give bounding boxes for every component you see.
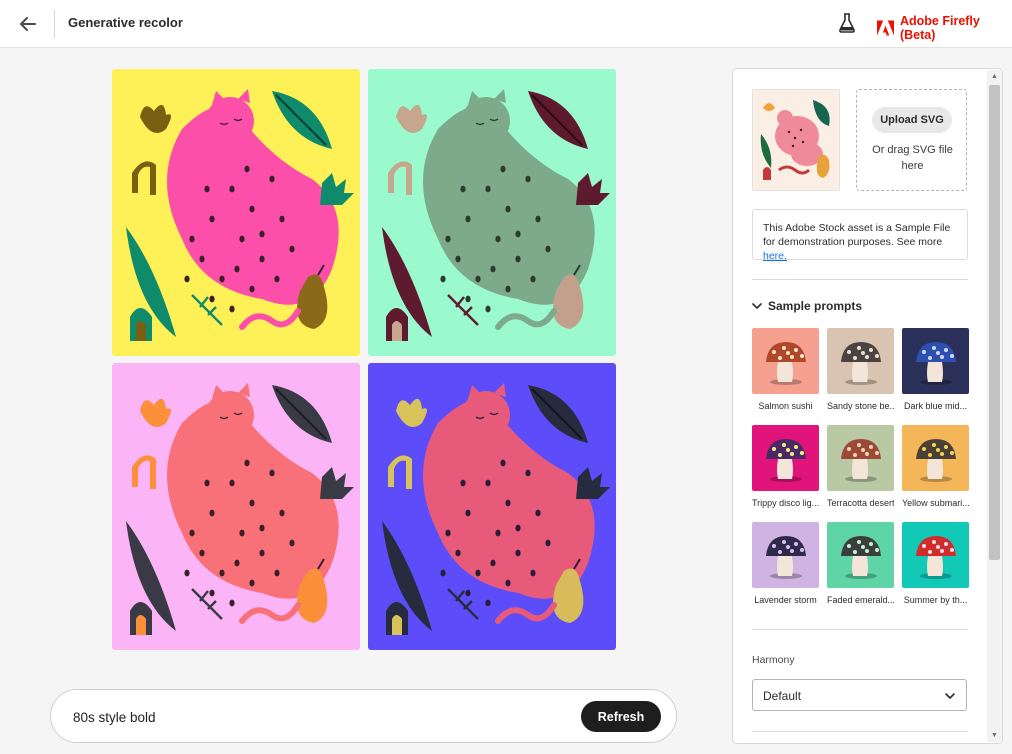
arrow-left-icon [20,17,36,31]
sample-prompt-thumbnail [752,328,819,394]
refresh-button[interactable]: Refresh [581,701,661,732]
sample-prompt-card[interactable]: Yellow submari... [902,425,969,508]
scroll-thumb[interactable] [989,85,1000,560]
back-button[interactable] [16,12,40,36]
sample-prompt-card[interactable]: Summer by th... [902,522,969,605]
sample-prompt-label: Sandy stone be... [827,401,894,411]
sample-prompt-card[interactable]: Lavender storm [752,522,819,605]
recolored-illustration [368,69,616,356]
sample-prompt-card[interactable]: Faded emerald... [827,522,894,605]
harmony-select[interactable]: Default [752,679,967,711]
brand[interactable]: Adobe Firefly (Beta) [877,14,1012,42]
sample-prompt-thumbnail [827,522,894,588]
sample-prompt-label: Salmon sushi [758,401,813,411]
sample-prompt-thumbnail [752,522,819,588]
sample-prompt-label: Terracotta desert [827,498,894,508]
stock-notice: This Adobe Stock asset is a Sample File … [752,209,968,262]
chevron-down-icon [945,693,955,699]
sample-prompts-title: Sample prompts [768,299,863,313]
prompt-bar: Refresh [50,689,677,743]
scroll-down-arrow-icon[interactable]: ▼ [990,731,999,740]
sample-prompt-card[interactable]: Dark blue mid... [902,328,969,411]
sample-prompt-thumbnail [902,425,969,491]
notice-text: This Adobe Stock asset is a Sample File … [763,222,951,248]
page-title: Generative recolor [68,15,183,30]
harmony-value: Default [763,689,802,703]
sample-prompt-label: Trippy disco lig... [752,498,819,508]
upload-hint: Or drag SVG file here [872,144,953,172]
sample-prompts-toggle[interactable]: Sample prompts [752,299,862,313]
divider [752,279,968,280]
sample-prompt-card[interactable]: Salmon sushi [752,328,819,411]
sample-prompt-label: Yellow submari... [902,498,969,508]
panel-scrollbar[interactable]: ▲ ▼ [987,70,1002,742]
variation-tile-3[interactable] [112,363,360,650]
sample-prompt-card[interactable]: Terracotta desert [827,425,894,508]
scroll-up-arrow-icon[interactable]: ▲ [990,72,999,81]
variation-tile-4[interactable] [368,363,616,650]
recolored-illustration [112,363,360,650]
sample-prompt-label: Lavender storm [754,595,817,605]
notice-link[interactable]: here. [763,250,787,262]
sample-prompt-thumbnail [752,425,819,491]
recolored-illustration [112,69,360,356]
sample-prompt-thumbnail [827,425,894,491]
options-panel: Upload SVG Or drag SVG file here This Ad… [732,68,1003,744]
labs-button[interactable] [838,13,858,35]
recolored-illustration [368,363,616,650]
source-thumbnail[interactable] [752,89,840,191]
sample-prompt-label: Faded emerald... [827,595,894,605]
divider [752,731,968,732]
header-divider [54,10,55,38]
adobe-logo-icon [877,20,894,36]
variation-tile-2[interactable] [368,69,616,356]
variation-tile-1[interactable] [112,69,360,356]
sample-prompt-thumbnail [827,328,894,394]
upload-svg-button[interactable]: Upload SVG [872,107,952,133]
brand-name: Adobe Firefly (Beta) [899,14,980,42]
app-header: Generative recolor Adobe Firefly (Beta) [0,0,1012,48]
divider [752,629,968,630]
harmony-label: Harmony [752,654,795,666]
prompt-input[interactable] [73,707,553,727]
chevron-down-icon [752,303,762,309]
sample-prompt-label: Summer by th... [903,595,968,605]
flask-icon [839,13,855,33]
sample-prompt-thumbnail [902,328,969,394]
sample-prompt-card[interactable]: Sandy stone be... [827,328,894,411]
sample-prompt-label: Dark blue mid... [903,401,968,411]
sample-prompt-card[interactable]: Trippy disco lig... [752,425,819,508]
sample-prompt-thumbnail [902,522,969,588]
upload-dropzone[interactable]: Upload SVG Or drag SVG file here [856,89,967,191]
